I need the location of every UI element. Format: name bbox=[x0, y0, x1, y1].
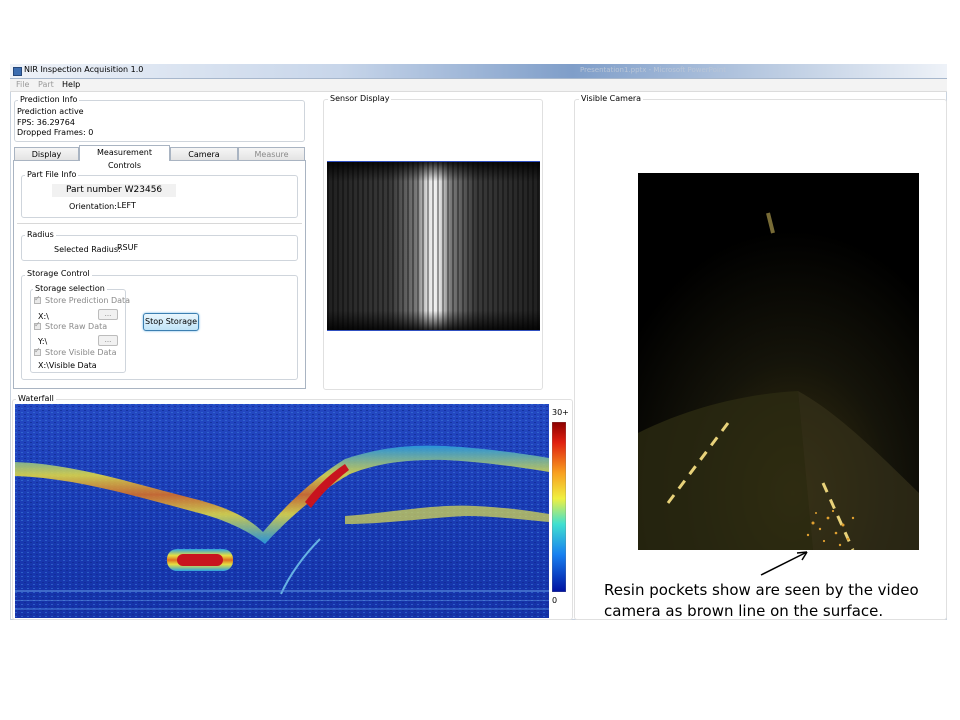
visible-path: X:\Visible Data bbox=[38, 361, 97, 370]
window-title: NIR Inspection Acquisition 1.0 bbox=[24, 65, 144, 74]
divider bbox=[17, 223, 302, 224]
waterfall-colorbar bbox=[552, 422, 566, 592]
browse-prediction-button[interactable]: ... bbox=[98, 309, 118, 320]
store-raw-checkbox[interactable] bbox=[34, 320, 41, 330]
colorbar-min-label: 0 bbox=[552, 596, 558, 605]
annotation-arrow-icon bbox=[760, 551, 808, 576]
store-visible-checkbox[interactable] bbox=[34, 346, 41, 356]
tab-display-settings[interactable]: Display Settings bbox=[14, 147, 79, 172]
waterfall-title: Waterfall bbox=[16, 394, 56, 403]
stop-storage-button[interactable]: Stop Storage bbox=[143, 313, 199, 331]
raw-path: Y:\ bbox=[38, 337, 48, 346]
colorbar-max-label: 30+ bbox=[552, 408, 569, 417]
store-prediction-checkbox[interactable] bbox=[34, 294, 41, 304]
menu-help[interactable]: Help bbox=[62, 80, 80, 89]
annotation-caption: Resin pockets show are seen by the video… bbox=[604, 581, 919, 620]
menu-file[interactable]: File bbox=[16, 80, 29, 89]
prediction-info-title: Prediction Info bbox=[18, 95, 80, 104]
store-prediction-label: Store Prediction Data bbox=[45, 296, 131, 305]
selected-radius-value: RSUF bbox=[117, 243, 139, 252]
tab-measure-sample[interactable]: Measure Sample bbox=[238, 147, 305, 172]
waterfall-plot bbox=[15, 404, 549, 618]
sensor-display-title: Sensor Display bbox=[328, 94, 392, 103]
sensor-image bbox=[327, 161, 540, 331]
prediction-status: Prediction active bbox=[17, 107, 84, 116]
dropped-frames-readout: Dropped Frames: 0 bbox=[17, 128, 94, 137]
part-number-label: Part number W23456 bbox=[66, 185, 163, 195]
orientation-value: LEFT bbox=[117, 201, 136, 210]
tab-measurement-controls[interactable]: Measurement Controls bbox=[79, 145, 170, 170]
menu-bar: File Part Help bbox=[10, 79, 947, 92]
storage-control-title: Storage Control bbox=[25, 269, 92, 278]
title-bar: NIR Inspection Acquisition 1.0 Presentat… bbox=[10, 64, 947, 79]
app-icon bbox=[13, 67, 22, 76]
fps-readout: FPS: 36.29764 bbox=[17, 118, 75, 127]
menu-part[interactable]: Part bbox=[38, 80, 54, 89]
visible-camera-image bbox=[638, 173, 919, 550]
storage-selection-title: Storage selection bbox=[33, 284, 107, 293]
visible-camera-title: Visible Camera bbox=[579, 94, 644, 103]
selected-radius-label: Selected Radius: bbox=[54, 245, 121, 254]
browse-raw-button[interactable]: ... bbox=[98, 335, 118, 346]
store-raw-label: Store Raw Data bbox=[45, 322, 108, 331]
tab-camera-controls[interactable]: Camera Controls bbox=[170, 147, 238, 172]
radius-title: Radius bbox=[25, 230, 56, 239]
store-visible-label: Store Visible Data bbox=[45, 348, 117, 357]
part-file-info-title: Part File Info bbox=[25, 170, 79, 179]
orientation-label: Orientation: bbox=[69, 202, 117, 211]
background-window-title: Presentation1.pptx - Microsoft PowerPoin… bbox=[580, 66, 727, 74]
